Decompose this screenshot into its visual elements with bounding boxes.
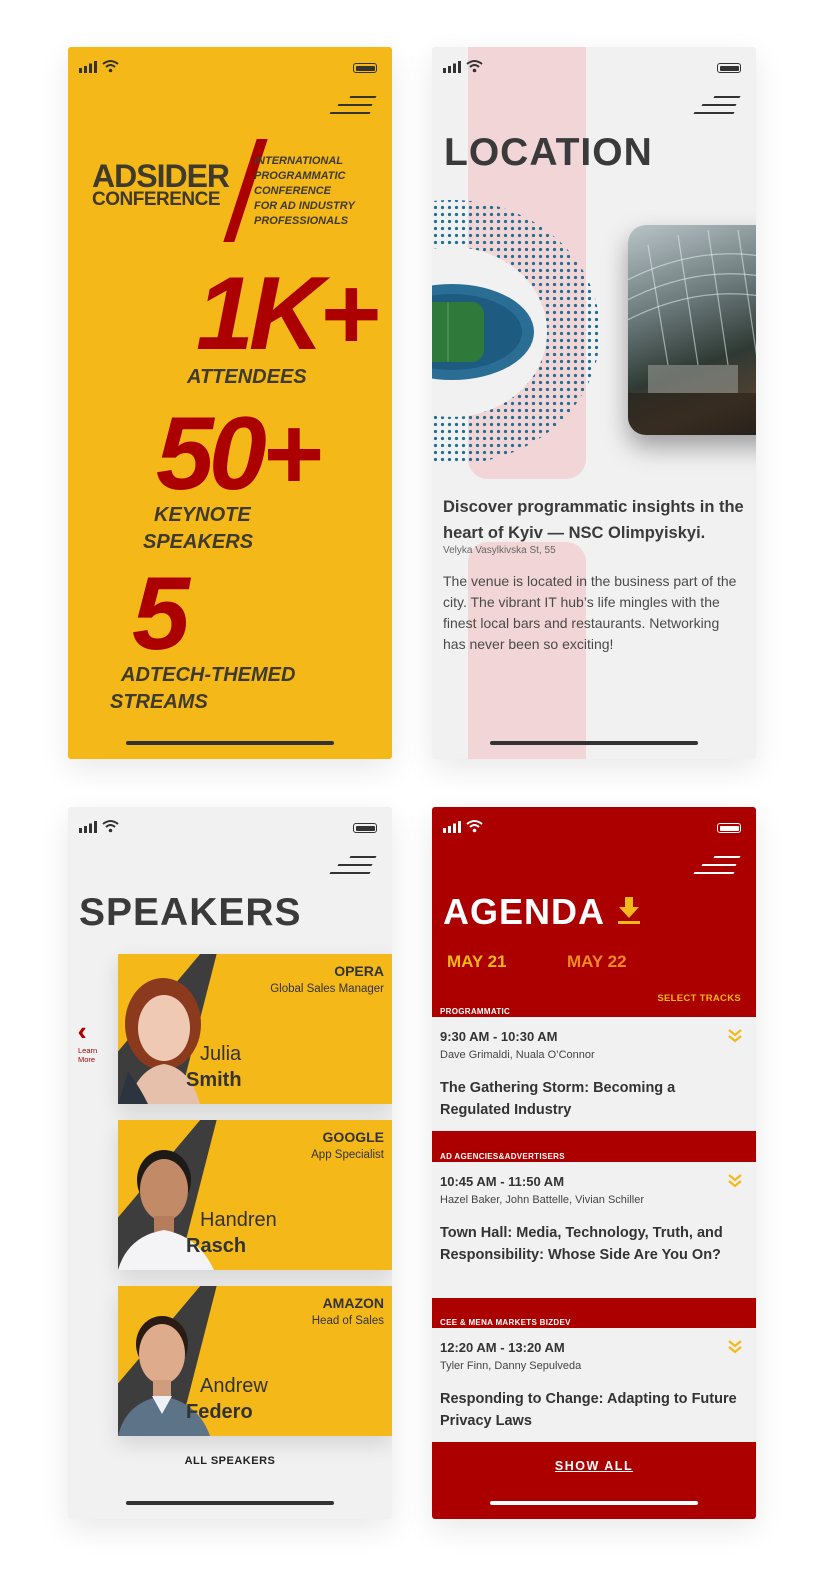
page-title: SPEAKERS [79,891,302,934]
stat-attendees-label: ATTENDEES [187,366,307,388]
session-time: 9:30 AM - 10:30 AM [440,1029,558,1044]
home-indicator[interactable] [490,741,698,745]
show-all-link[interactable]: SHOW ALL [432,1459,756,1473]
wifi-icon [102,60,119,73]
speaker-card[interactable]: OPERA Global Sales Manager Julia Smith [118,954,392,1104]
session-item[interactable]: 10:45 AM - 11:50 AM Hazel Baker, John Ba… [432,1162,756,1298]
session-time: 12:20 AM - 13:20 AM [440,1340,565,1355]
menu-icon[interactable] [693,856,741,876]
stat-streams-label: STREAMS [110,691,208,713]
session-speakers: Dave Grimaldi, Nuala O’Connor [440,1049,595,1061]
speaker-company: AMAZON [322,1295,384,1311]
logo-conference: CONFERENCE [92,189,221,210]
session-title: The Gathering Storm: Becoming a Regulate… [440,1080,676,1118]
home-indicator[interactable] [126,741,334,745]
tagline-line: PROGRAMMATIC [254,170,346,182]
home-indicator[interactable] [126,1501,334,1505]
logo-adsider: ADSIDER [92,158,230,194]
tagline-line: FOR AD INDUSTRY [254,200,355,212]
day-tab-may-21[interactable]: MAY 21 [447,952,507,972]
status-bar [68,807,392,847]
speaker-role: App Specialist [311,1149,384,1161]
session-time: 10:45 AM - 11:50 AM [440,1174,565,1189]
chevron-double-down-icon[interactable] [728,1339,742,1355]
stadium-illustration [432,200,600,464]
stadium-photo [628,225,756,435]
day-tab-may-22[interactable]: MAY 22 [567,952,627,972]
speaker-last-name: Smith [186,1069,242,1091]
session-title: Responding to Change: Adapting to Future… [440,1391,737,1429]
status-bar [432,807,756,847]
status-bar [68,47,392,87]
select-tracks-button[interactable]: SELECT TRACKS [657,993,741,1004]
session-title: Town Hall: Media, Technology, Truth, and… [440,1225,723,1263]
stat-speakers-value: 50+ [156,396,322,512]
location-address: Velyka Vasylkivska St, 55 [443,545,556,556]
download-icon[interactable] [618,897,640,925]
speaker-role: Head of Sales [311,1315,384,1327]
speaker-company: GOOGLE [322,1129,384,1145]
learn-more-label: Learn More [78,1046,98,1064]
tagline-line: PROFESSIONALS [254,215,349,227]
speaker-company: OPERA [334,963,384,979]
menu-icon[interactable] [329,856,377,876]
wifi-icon [466,60,483,73]
speaker-last-name: Federo [186,1401,253,1423]
speaker-role: Global Sales Manager [270,983,384,995]
stat-speakers-label: KEYNOTE [154,504,251,526]
track-label: AD AGENCIES&ADVERTISERS [440,1152,565,1161]
learn-more-button[interactable]: ‹‹ Learn More [78,1018,108,1064]
all-speakers-link[interactable]: ALL SPEAKERS [68,1455,392,1467]
speaker-first-name: Andrew [200,1375,268,1397]
agenda-screen: AGENDA MAY 21 MAY 22 SELECT TRACKS PROGR… [432,807,756,1519]
tagline: INTERNATIONAL PROGRAMMATIC CONFERENCE FO… [254,154,384,229]
tagline-line: INTERNATIONAL [254,155,344,167]
stats-screen: ADSIDER CONFERENCE INTERNATIONAL PROGRAM… [68,47,392,759]
stat-attendees-value: 1K+ [196,256,380,372]
chevron-double-down-icon[interactable] [728,1173,742,1189]
speakers-screen: SPEAKERS ‹‹ Learn More OPERA Global Sale… [68,807,392,1519]
tagline-line: CONFERENCE [254,185,332,197]
home-indicator[interactable] [490,1501,698,1505]
session-speakers: Hazel Baker, John Battelle, Vivian Schil… [440,1194,645,1206]
speaker-last-name: Rasch [186,1235,247,1257]
chevron-double-left-icon: ‹‹ [78,1018,108,1044]
stat-streams-value: 5 [132,556,190,672]
stat-streams-label: ADTECH-THEMED [121,664,296,686]
location-screen: LOCATION Discover programmatic insights … [432,47,756,759]
page-title: AGENDA [443,891,606,932]
location-description: The venue is located in the business par… [443,573,737,652]
page-title: LOCATION [444,131,653,174]
battery-icon [717,823,741,833]
wifi-icon [102,820,119,833]
wifi-icon [466,820,483,833]
chevron-double-down-icon[interactable] [728,1028,742,1044]
battery-icon [353,63,377,73]
battery-icon [353,823,377,833]
stat-speakers-label: SPEAKERS [143,531,254,553]
speaker-card[interactable]: AMAZON Head of Sales Andrew Federo [118,1286,392,1436]
location-headline: Discover programmatic insights in the he… [443,498,744,542]
status-bar [432,47,756,87]
signal-icon [443,61,461,73]
track-label: CEE & MENA MARKETS BIZDEV [440,1318,571,1327]
menu-icon[interactable] [693,96,741,116]
signal-icon [79,821,97,833]
menu-icon[interactable] [329,96,377,116]
track-label: PROGRAMMATIC [440,1007,511,1016]
speaker-first-name: Handren [200,1209,277,1231]
session-item[interactable]: 12:20 AM - 13:20 AM Tyler Finn, Danny Se… [432,1328,756,1442]
session-speakers: Tyler Finn, Danny Sepulveda [440,1360,582,1372]
signal-icon [79,61,97,73]
speaker-first-name: Julia [200,1043,242,1065]
battery-icon [717,63,741,73]
speaker-card[interactable]: GOOGLE App Specialist Handren Rasch [118,1120,392,1270]
signal-icon [443,821,461,833]
session-item[interactable]: 9:30 AM - 10:30 AM Dave Grimaldi, Nuala … [432,1017,756,1131]
